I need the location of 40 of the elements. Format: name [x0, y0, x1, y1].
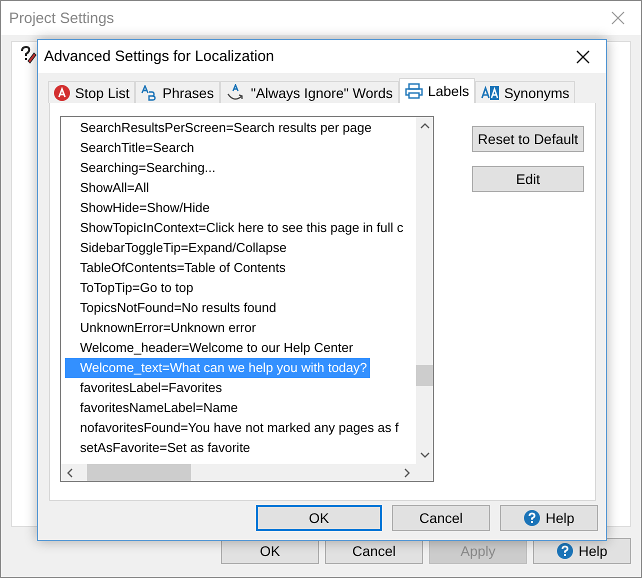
tab[interactable]: Labels: [398, 78, 476, 103]
close-icon[interactable]: [576, 50, 590, 64]
list-item[interactable]: Welcome_header=Welcome to our Help Center: [65, 338, 356, 358]
letters-icon: [141, 84, 158, 100]
letters-icon: [481, 84, 500, 100]
list-item[interactable]: ShowTopicInContext=Click here to see this page in full c: [65, 218, 406, 238]
stop-icon: [54, 84, 70, 100]
printer-icon: [404, 83, 423, 99]
list-item[interactable]: favoritesLabel=Favorites: [65, 378, 225, 398]
help-icon: [524, 510, 540, 526]
list-item[interactable]: nofavoritesFound=You have not marked any pages as f: [65, 418, 402, 438]
help-pen-icon: [19, 46, 37, 64]
dialog-title: Advanced Settings for Localization: [44, 48, 274, 65]
side-button[interactable]: Reset to Default: [472, 126, 584, 152]
list-item[interactable]: favoritesNameLabel=Name: [65, 398, 241, 418]
side-button[interactable]: Edit: [472, 166, 584, 192]
list-item[interactable]: SidebarToggleTip=Expand/Collapse: [65, 238, 290, 258]
list-item[interactable]: UnknownError=Unknown error: [65, 318, 259, 338]
list-item[interactable]: TableOfContents=Table of Contents: [65, 258, 289, 278]
tab[interactable]: Stop List: [48, 81, 136, 103]
list-item[interactable]: Searching=Searching...: [65, 158, 219, 178]
list-item[interactable]: SearchTitle=Search: [65, 138, 198, 158]
scrollbar-thumb[interactable]: [416, 365, 433, 386]
vertical-scrollbar[interactable]: [416, 117, 433, 464]
window-title: Project Settings: [9, 10, 114, 26]
tab[interactable]: "Always Ignore" Words: [220, 81, 399, 103]
scrollbar-thumb[interactable]: [87, 464, 191, 481]
list-item[interactable]: ShowHide=Show/Hide: [65, 198, 213, 218]
help-button[interactable]: Help: [533, 538, 631, 564]
list-item[interactable]: ToTopTip=Go to top: [65, 278, 196, 298]
list-item[interactable]: setAsFavorite=Set as favorite: [65, 438, 254, 458]
dialog-button[interactable]: OK: [256, 505, 382, 531]
tab[interactable]: Synonyms: [475, 81, 576, 103]
dialog-button[interactable]: Cancel: [392, 505, 490, 531]
help-button[interactable]: Help: [500, 505, 598, 531]
tab[interactable]: Phrases: [135, 81, 220, 103]
list-item[interactable]: TopicsNotFound=No results found: [65, 298, 280, 318]
help-icon: [556, 543, 573, 559]
list-item[interactable]: ShowAll=All: [65, 178, 152, 198]
list-item[interactable]: SearchResultsPerScreen=Search results per page: [65, 118, 375, 138]
